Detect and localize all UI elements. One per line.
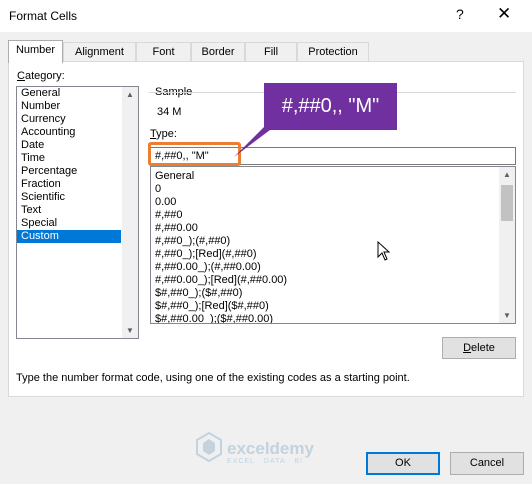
category-item-accounting[interactable]: Accounting xyxy=(17,126,121,139)
type-highlight-box xyxy=(148,142,241,166)
format-list-scrollbar[interactable]: ▲ ▼ xyxy=(499,167,515,323)
scroll-thumb[interactable] xyxy=(501,185,513,221)
category-item-date[interactable]: Date xyxy=(17,139,121,152)
tab-fill[interactable]: Fill xyxy=(245,42,297,62)
category-item-text[interactable]: Text xyxy=(17,204,121,217)
format-item[interactable]: #,##0_);[Red](#,##0) xyxy=(151,248,515,261)
mouse-pointer-icon xyxy=(377,241,391,261)
category-label: Category: xyxy=(17,70,65,82)
category-scrollbar[interactable]: ▲ ▼ xyxy=(122,87,138,338)
format-item[interactable]: #,##0 xyxy=(151,209,515,222)
format-item[interactable]: $#,##0.00_);($#,##0.00) xyxy=(151,313,515,323)
category-list[interactable]: General Number Currency Accounting Date … xyxy=(16,86,139,339)
format-item[interactable]: 0.00 xyxy=(151,196,515,209)
tab-border[interactable]: Border xyxy=(191,42,245,62)
scroll-up-icon[interactable]: ▲ xyxy=(122,90,138,99)
category-item-custom[interactable]: Custom xyxy=(17,230,121,243)
format-item[interactable]: $#,##0_);($#,##0) xyxy=(151,287,515,300)
category-item-fraction[interactable]: Fraction xyxy=(17,178,121,191)
title-bar: Format Cells ? ✕ xyxy=(0,0,532,32)
description-text: Type the number format code, using one o… xyxy=(16,372,410,384)
cancel-button[interactable]: Cancel xyxy=(450,452,524,475)
help-button[interactable]: ? xyxy=(456,6,464,22)
category-item-time[interactable]: Time xyxy=(17,152,121,165)
format-item[interactable]: #,##0.00_);[Red](#,##0.00) xyxy=(151,274,515,287)
format-item[interactable]: #,##0_);(#,##0) xyxy=(151,235,515,248)
exceldemy-logo-icon xyxy=(196,432,222,462)
tab-number[interactable]: Number xyxy=(8,40,63,63)
watermark-tagline: EXCEL · DATA · BI xyxy=(227,458,303,465)
format-item[interactable]: #,##0.00_);(#,##0.00) xyxy=(151,261,515,274)
category-item-percentage[interactable]: Percentage xyxy=(17,165,121,178)
category-item-general[interactable]: General xyxy=(17,87,121,100)
tab-font[interactable]: Font xyxy=(136,42,191,62)
tab-protection[interactable]: Protection xyxy=(297,42,369,62)
category-item-scientific[interactable]: Scientific xyxy=(17,191,121,204)
window-title: Format Cells xyxy=(9,9,78,23)
close-button[interactable]: ✕ xyxy=(497,4,511,24)
category-item-number[interactable]: Number xyxy=(17,100,121,113)
scroll-down-icon[interactable]: ▼ xyxy=(122,326,138,335)
format-item[interactable]: $#,##0_);[Red]($#,##0) xyxy=(151,300,515,313)
scroll-up-icon[interactable]: ▲ xyxy=(499,170,515,179)
watermark-name: exceldemy xyxy=(227,439,314,458)
type-label: Type: xyxy=(150,128,177,140)
category-item-currency[interactable]: Currency xyxy=(17,113,121,126)
tab-alignment[interactable]: Alignment xyxy=(63,42,136,62)
delete-button[interactable]: Delete xyxy=(442,337,516,359)
format-item[interactable]: General xyxy=(151,170,515,183)
sample-value: 34 M xyxy=(157,106,182,118)
format-item[interactable]: 0 xyxy=(151,183,515,196)
category-item-special[interactable]: Special xyxy=(17,217,121,230)
format-callout: #,##0,, "M" xyxy=(264,83,397,130)
scroll-down-icon[interactable]: ▼ xyxy=(499,311,515,320)
format-item[interactable]: #,##0.00 xyxy=(151,222,515,235)
ok-button[interactable]: OK xyxy=(366,452,440,475)
format-code-list[interactable]: General 0 0.00 #,##0 #,##0.00 #,##0_);(#… xyxy=(150,166,516,324)
callout-pointer-icon xyxy=(234,127,274,157)
